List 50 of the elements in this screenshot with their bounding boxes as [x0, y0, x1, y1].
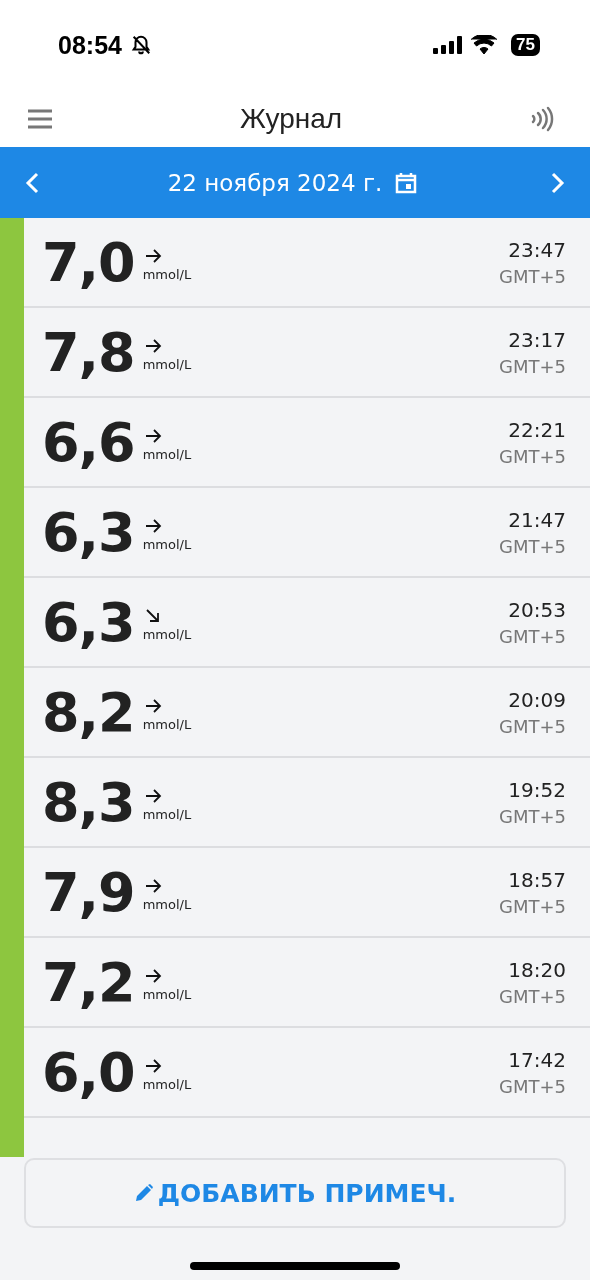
unit-label: mmol/L	[142, 806, 192, 822]
unit-label: mmol/L	[142, 626, 192, 642]
wifi-icon	[471, 35, 498, 55]
pencil-icon	[133, 1183, 154, 1203]
unit-label: mmol/L	[142, 1076, 192, 1092]
glucose-value: 6,3	[42, 590, 135, 654]
unit-label: mmol/L	[142, 986, 192, 1002]
reading-time: 22:21	[508, 417, 566, 442]
unit-label: mmol/L	[142, 266, 192, 282]
glucose-value: 7,8	[42, 320, 135, 384]
reading-time: 21:47	[508, 507, 566, 532]
unit-label: mmol/L	[142, 536, 192, 552]
glucose-value: 6,0	[42, 1040, 135, 1104]
reading-time: 23:47	[508, 237, 566, 262]
reading-time: 20:53	[508, 597, 566, 622]
timezone-label: GMT+5	[499, 625, 566, 647]
reading-time: 19:52	[508, 777, 566, 802]
chevron-left-icon	[24, 170, 40, 195]
timezone-label: GMT+5	[499, 1075, 566, 1097]
glucose-value: 7,2	[42, 950, 135, 1014]
reading-time: 20:09	[508, 687, 566, 712]
timezone-label: GMT+5	[499, 535, 566, 557]
timezone-label: GMT+5	[499, 445, 566, 467]
glucose-value: 7,0	[42, 230, 135, 294]
timezone-label: GMT+5	[499, 985, 566, 1007]
reading-time: 23:17	[508, 327, 566, 352]
unit-label: mmol/L	[142, 716, 192, 732]
chevron-right-icon	[550, 170, 566, 195]
glucose-value: 8,3	[42, 770, 135, 834]
signal-icon	[433, 35, 464, 55]
page-title: Журнал	[239, 102, 343, 135]
reading-time: 17:42	[508, 1047, 566, 1072]
unit-label: mmol/L	[142, 896, 192, 912]
reading-time: 18:20	[508, 957, 566, 982]
unit-label: mmol/L	[142, 446, 192, 462]
reading-time: 18:57	[508, 867, 566, 892]
timezone-label: GMT+5	[499, 895, 566, 917]
glucose-value: 7,9	[42, 860, 135, 924]
timezone-label: GMT+5	[499, 265, 566, 287]
date-label: 22 ноября 2024 г.	[167, 169, 383, 196]
glucose-value: 8,2	[42, 680, 135, 744]
status-time: 08:54	[58, 30, 122, 60]
battery-indicator: 75	[511, 34, 540, 56]
glucose-value: 6,6	[42, 410, 135, 474]
glucose-value: 6,3	[42, 500, 135, 564]
muted-bell-icon	[129, 34, 152, 56]
timezone-label: GMT+5	[499, 355, 566, 377]
timezone-label: GMT+5	[499, 805, 566, 827]
unit-label: mmol/L	[142, 356, 192, 372]
timezone-label: GMT+5	[499, 715, 566, 737]
